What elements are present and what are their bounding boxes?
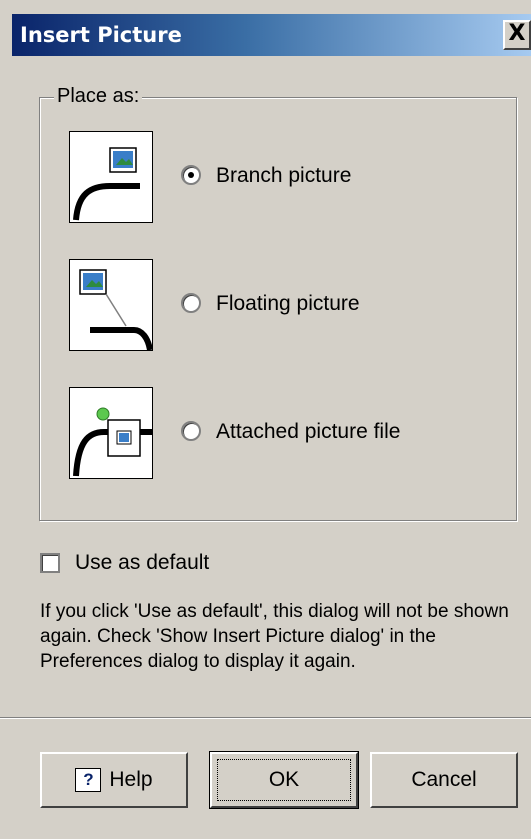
help-icon: ? <box>75 768 102 792</box>
group-legend: Place as: <box>54 85 143 108</box>
attached-picture-icon <box>69 387 153 479</box>
use-as-default-label[interactable]: Use as default <box>75 551 209 575</box>
divider <box>0 717 531 719</box>
floating-picture-icon <box>69 259 153 351</box>
cancel-button[interactable]: Cancel <box>370 752 518 808</box>
radio-floating-picture[interactable] <box>181 293 201 313</box>
place-as-group: Place as: Branch picture Floating pictur… <box>39 85 517 521</box>
option-label: Attached picture file <box>216 420 401 443</box>
help-button[interactable]: ? Help <box>40 752 188 808</box>
option-label: Branch picture <box>216 164 352 187</box>
option-label: Floating picture <box>216 292 360 315</box>
option-branch-picture[interactable]: Branch picture <box>69 131 509 223</box>
window-title: Insert Picture <box>20 23 182 47</box>
close-button[interactable]: X <box>503 20 531 50</box>
branch-picture-icon <box>69 131 153 223</box>
insert-picture-dialog: Insert Picture X Place as: Branch pictur… <box>0 0 531 839</box>
option-floating-picture[interactable]: Floating picture <box>69 259 509 351</box>
ok-button[interactable]: OK <box>209 751 359 809</box>
title-bar: Insert Picture X <box>12 14 531 56</box>
focus-rect <box>217 759 351 801</box>
use-as-default-checkbox[interactable] <box>40 553 60 573</box>
option-attached-picture[interactable]: Attached picture file <box>69 387 509 479</box>
info-text: If you click 'Use as default', this dial… <box>40 601 509 672</box>
help-button-label: Help <box>109 768 153 791</box>
radio-branch-picture[interactable] <box>181 165 201 185</box>
radio-attached-picture[interactable] <box>181 421 201 441</box>
cancel-button-label: Cancel <box>411 768 477 791</box>
